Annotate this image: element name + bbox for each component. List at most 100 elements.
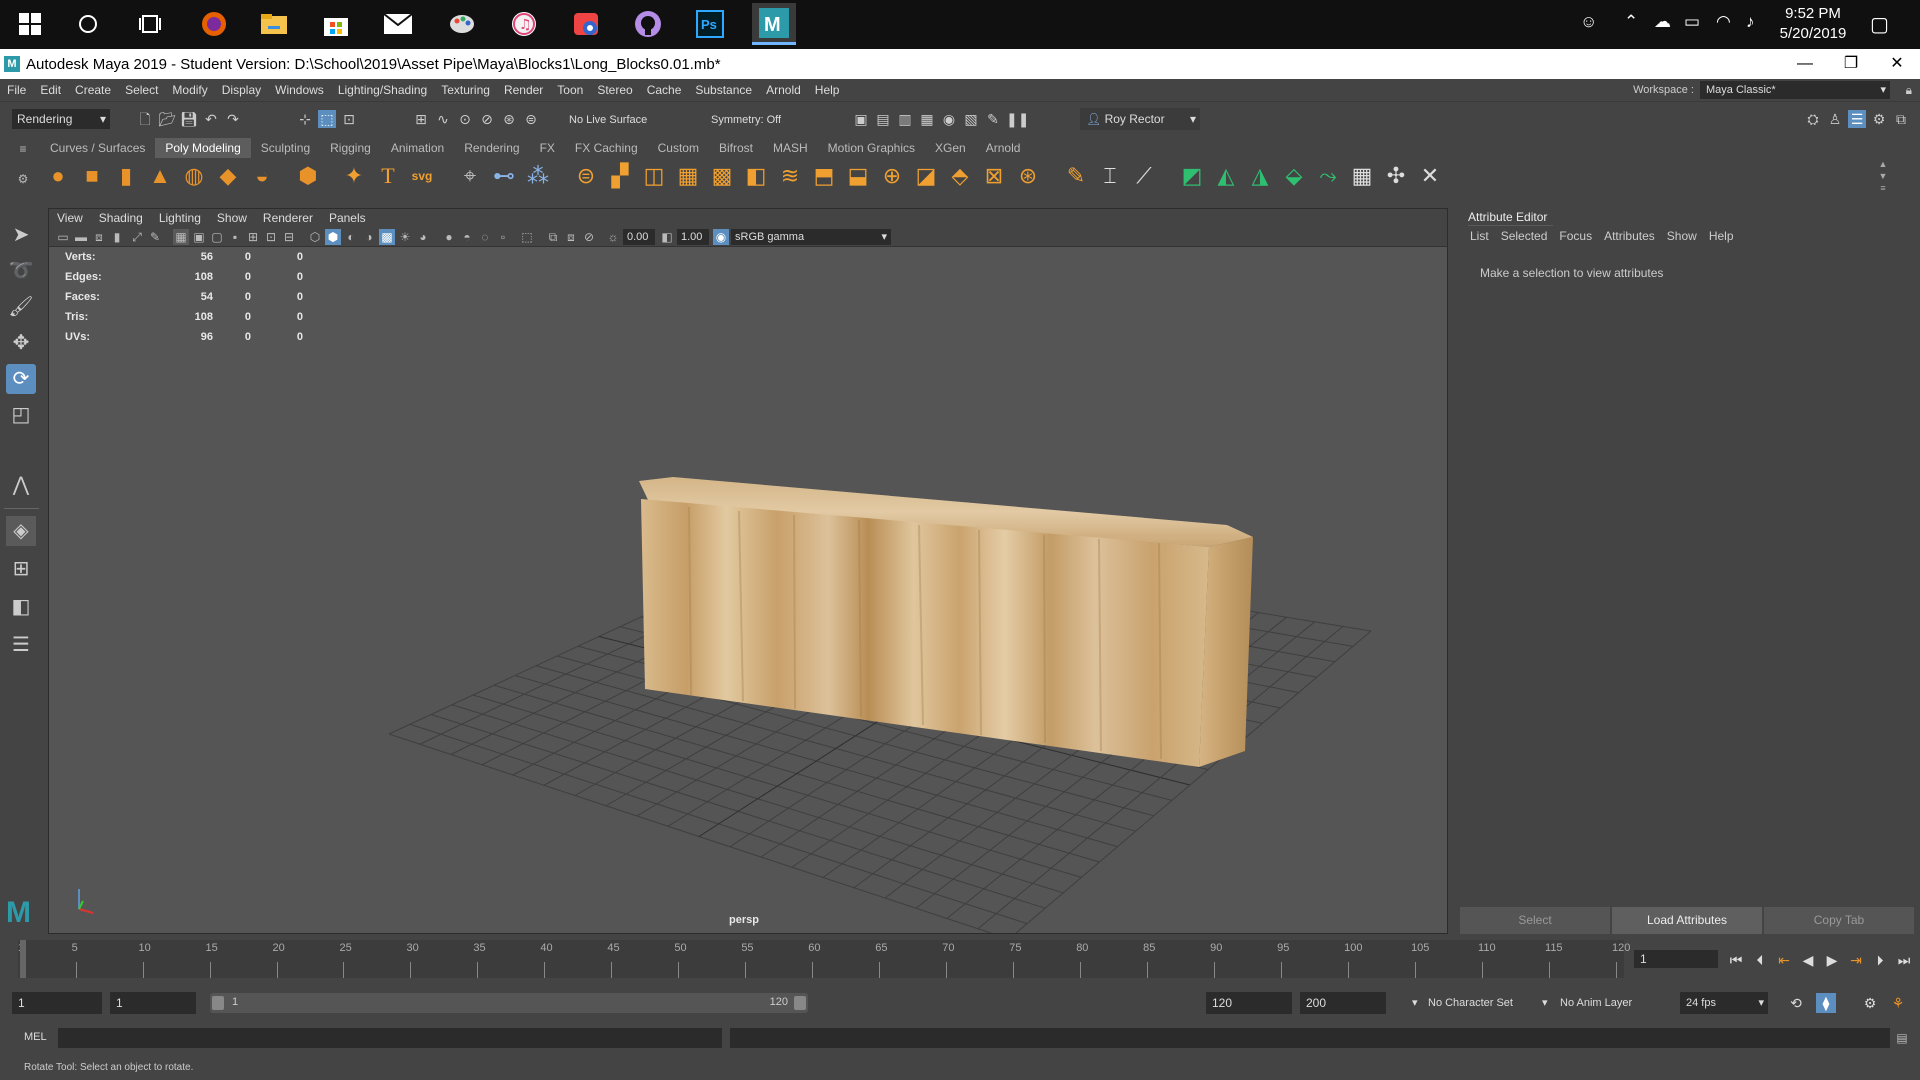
camera-select-icon[interactable]: ▭ [55, 229, 71, 245]
tool-settings-icon[interactable]: ⚙ [1870, 110, 1888, 128]
current-time-marker[interactable] [20, 940, 26, 978]
chrome-app-icon[interactable] [568, 6, 604, 42]
gamma-field[interactable]: 1.00 [677, 229, 709, 245]
channel-box-icon[interactable]: ⧉ [1892, 110, 1910, 128]
shelf-tab-bifrost[interactable]: Bifrost [709, 138, 763, 158]
open-scene-icon[interactable]: 📂︎ [158, 110, 176, 128]
playback-start-field[interactable]: 1 [110, 992, 196, 1014]
snap-surface-icon[interactable]: ⊛ [500, 110, 518, 128]
gamma-icon[interactable]: ◧ [659, 229, 675, 245]
motion-blur-icon[interactable]: ● [441, 229, 457, 245]
snap-curve-icon[interactable]: ∿ [434, 110, 452, 128]
attribute-editor-toggle-icon[interactable]: ☰ [1848, 110, 1866, 128]
shelf-settings-icon[interactable]: ⚙ [14, 172, 32, 186]
restore-button[interactable]: ❐ [1828, 49, 1874, 79]
shelf-tab-rendering[interactable]: Rendering [454, 138, 529, 158]
menu-render[interactable]: Render [497, 79, 550, 101]
viewport-menu-show[interactable]: Show [209, 209, 255, 227]
offset-edge-loop-icon[interactable]: ⟋ [1130, 162, 1158, 190]
multisample-aa-icon[interactable]: ◓ [459, 229, 475, 245]
live-surface-field[interactable]: No Live Surface [564, 109, 664, 129]
resolution-gate-icon[interactable]: ▢ [209, 229, 225, 245]
command-language-label[interactable]: MEL [24, 1031, 47, 1043]
snap-grid-icon[interactable]: ⊞ [412, 110, 430, 128]
gate-mask-icon[interactable]: ▪ [227, 229, 243, 245]
loop-icon[interactable]: ⟲ [1786, 993, 1806, 1013]
viewport-menu-lighting[interactable]: Lighting [151, 209, 209, 227]
viewport-menu-panels[interactable]: Panels [321, 209, 374, 227]
battery-icon[interactable]: ▭ [1684, 12, 1700, 32]
menu-create[interactable]: Create [68, 79, 118, 101]
shelf-tab-custom[interactable]: Custom [648, 138, 709, 158]
chevron-up-icon[interactable]: ⌃ [1624, 12, 1638, 32]
viewport-menu-shading[interactable]: Shading [91, 209, 151, 227]
step-back-frame-icon[interactable]: ⏴ [1750, 950, 1770, 970]
combine-icon[interactable]: ⊜ [572, 162, 600, 190]
poly-svg-icon[interactable]: svg [408, 162, 436, 190]
viewport-persp[interactable]: View Shading Lighting Show Renderer Panels ▭ … [48, 208, 1448, 934]
isolate-select-icon[interactable]: ▫ [495, 229, 511, 245]
ae-menu-attributes[interactable]: Attributes [1598, 226, 1661, 246]
shadows-icon[interactable]: ☀ [397, 229, 413, 245]
super-shape-icon[interactable]: ✦ [340, 162, 368, 190]
bevel-icon[interactable]: ⊕ [878, 162, 906, 190]
animation-end-field[interactable]: 200 [1300, 992, 1386, 1014]
sweep-mesh-icon[interactable]: ⊷ [490, 162, 518, 190]
camera-attributes-icon[interactable]: ▬ [73, 229, 89, 245]
script-editor-icon[interactable]: ▤ [1894, 1030, 1910, 1046]
four-view-layout-icon[interactable]: ⊞ [6, 554, 36, 584]
select-hierarchy-icon[interactable]: ⊹ [296, 110, 314, 128]
select-component-icon[interactable]: ⊡ [340, 110, 358, 128]
bookmarks-icon[interactable]: ⧈ [91, 229, 107, 245]
menu-windows[interactable]: Windows [268, 79, 331, 101]
shelf-tab-arnold[interactable]: Arnold [976, 138, 1031, 158]
select-object-icon[interactable]: ⬚ [318, 110, 336, 128]
attribute-editor-title[interactable]: Attribute Editor [1468, 208, 1554, 226]
grease-pencil-icon[interactable]: ✎ [147, 229, 163, 245]
step-back-key-icon[interactable]: ⇤ [1774, 950, 1794, 970]
menu-file[interactable]: File [0, 79, 33, 101]
shelf-tab-curves-surfaces[interactable]: Curves / Surfaces [40, 138, 155, 158]
current-frame-field[interactable]: 1 [1634, 950, 1718, 968]
anim-layer-dropdown[interactable]: ▾ No Anim Layer [1538, 992, 1658, 1014]
hypershade-icon[interactable]: ◉ [940, 110, 958, 128]
shelf-menu-icon[interactable]: ≡ [14, 142, 32, 156]
menu-texturing[interactable]: Texturing [434, 79, 497, 101]
menu-arnold[interactable]: Arnold [759, 79, 808, 101]
close-button[interactable]: ✕ [1874, 49, 1920, 79]
exposure-field[interactable]: 0.00 [623, 229, 655, 245]
2d-pan-zoom-icon[interactable]: ⤢ [129, 229, 145, 245]
reduce-icon[interactable]: ≋ [776, 162, 804, 190]
depth-of-field-icon[interactable]: ◌ [477, 229, 493, 245]
poly-cube-icon[interactable]: ■ [78, 162, 106, 190]
rotate-tool-icon[interactable]: ⟳ [6, 364, 36, 394]
range-slider-bar[interactable]: 1 120 [210, 993, 808, 1013]
lasso-tool-icon[interactable]: ➰ [6, 256, 36, 286]
shelf-tab-sculpting[interactable]: Sculpting [251, 138, 320, 158]
go-to-start-icon[interactable]: ⏮ [1726, 950, 1746, 970]
firefox-icon[interactable] [196, 6, 232, 42]
viewport-menu-view[interactable]: View [49, 209, 91, 227]
automatic-mapping-icon[interactable]: ⊛ [1014, 162, 1042, 190]
insert-edge-loop-icon[interactable]: ⌶ [1096, 162, 1124, 190]
wireframe-on-shaded-icon[interactable]: ◐ [343, 229, 359, 245]
uv-layout-icon[interactable]: ⤳ [1314, 162, 1342, 190]
command-input[interactable] [58, 1028, 722, 1048]
ae-select-button[interactable]: Select [1460, 907, 1610, 934]
safe-action-icon[interactable]: ⊡ [263, 229, 279, 245]
poly-cylinder-icon[interactable]: ▮ [112, 162, 140, 190]
persp-outliner-layout-icon[interactable]: ◧ [6, 592, 36, 622]
poly-sphere-icon[interactable]: ● [44, 162, 72, 190]
render-settings-icon[interactable]: ▦ [918, 110, 936, 128]
menu-cache[interactable]: Cache [640, 79, 689, 101]
xray-active-icon[interactable]: ⧉ [545, 229, 561, 245]
select-tool-icon[interactable]: ➤ [6, 220, 36, 250]
menu-display[interactable]: Display [215, 79, 268, 101]
action-center-icon[interactable]: ▢ [1870, 12, 1889, 37]
character-set-dropdown[interactable]: ▾ No Character Set [1408, 992, 1534, 1014]
wireframe-icon[interactable]: ⬡ [307, 229, 323, 245]
uv-unfold-icon[interactable]: ◭ [1212, 162, 1240, 190]
shelf-tab-xgen[interactable]: XGen [925, 138, 976, 158]
play-forwards-icon[interactable]: ▶ [1822, 950, 1842, 970]
time-ruler[interactable]: 1510152025303540455055606570758085909510… [18, 940, 1630, 978]
